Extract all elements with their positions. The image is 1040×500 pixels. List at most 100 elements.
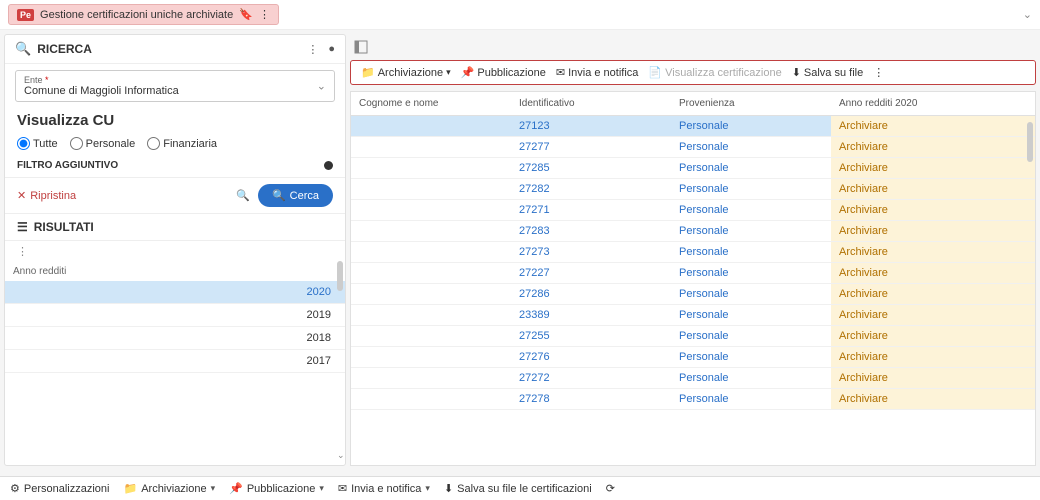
prov-link[interactable]: Personale	[679, 372, 729, 384]
chevron-down-icon[interactable]: ⌄	[1023, 8, 1032, 21]
prov-link[interactable]: Personale	[679, 288, 729, 300]
cell-cognome	[351, 242, 511, 262]
col-provenienza[interactable]: Provenienza	[671, 92, 831, 115]
col-identificativo[interactable]: Identificativo	[511, 92, 671, 115]
id-link[interactable]: 23389	[519, 309, 550, 321]
id-link[interactable]: 27276	[519, 351, 550, 363]
cell-id: 27273	[511, 242, 671, 262]
cerca-button[interactable]: 🔍 Cerca	[258, 184, 333, 207]
panel-toggle-icon[interactable]	[350, 34, 372, 60]
id-link[interactable]: 27227	[519, 267, 550, 279]
prov-link[interactable]: Personale	[679, 330, 729, 342]
toolbar-pubblicazione[interactable]: 📌 Pubblicazione	[461, 66, 546, 79]
id-link[interactable]: 27286	[519, 288, 550, 300]
toolbar-visualizza-cert: 📄 Visualizza certificazione	[648, 66, 781, 79]
id-link[interactable]: 27271	[519, 204, 550, 216]
table-row[interactable]: 27271PersonaleArchiviare	[351, 200, 1035, 221]
pin-icon: 📌	[461, 66, 475, 79]
id-link[interactable]: 27272	[519, 372, 550, 384]
prov-link[interactable]: Personale	[679, 267, 729, 279]
ricerca-close-icon[interactable]: ●	[328, 43, 335, 56]
prov-link[interactable]: Personale	[679, 141, 729, 153]
year-row[interactable]: 2020	[5, 281, 345, 304]
risultati-more-icon[interactable]: ⋮	[5, 241, 345, 262]
id-link[interactable]: 27255	[519, 330, 550, 342]
table-row[interactable]: 27272PersonaleArchiviare	[351, 368, 1035, 389]
zoom-icon[interactable]: 🔍	[236, 189, 250, 202]
cell-cognome	[351, 179, 511, 199]
table-row[interactable]: 27282PersonaleArchiviare	[351, 179, 1035, 200]
radio-finanziaria[interactable]: Finanziaria	[147, 137, 217, 150]
ripristina-button[interactable]: ✕ Ripristina	[17, 189, 76, 202]
table-row[interactable]: 27123PersonaleArchiviare	[351, 116, 1035, 137]
cell-prov: Personale	[671, 179, 831, 199]
footer-refresh[interactable]: ⟳	[606, 482, 615, 495]
prov-link[interactable]: Personale	[679, 183, 729, 195]
cell-id: 27272	[511, 368, 671, 388]
table-row[interactable]: 27276PersonaleArchiviare	[351, 347, 1035, 368]
cell-prov: Personale	[671, 368, 831, 388]
cell-id: 27282	[511, 179, 671, 199]
toolbar-more-icon[interactable]: ⋮	[873, 66, 884, 79]
col-cognome[interactable]: Cognome e nome	[351, 92, 511, 115]
table-row[interactable]: 27227PersonaleArchiviare	[351, 263, 1035, 284]
filtro-aggiuntivo[interactable]: FILTRO AGGIUNTIVO	[5, 154, 345, 177]
table-row[interactable]: 23389PersonaleArchiviare	[351, 305, 1035, 326]
scrollbar[interactable]	[1027, 122, 1033, 162]
ente-select[interactable]: Ente * Comune di Maggioli Informatica ⌄	[15, 70, 335, 102]
prov-link[interactable]: Personale	[679, 309, 729, 321]
prov-link[interactable]: Personale	[679, 351, 729, 363]
bottom-bar: ⚙ Personalizzazioni 📁 Archiviazione ▾ 📌 …	[0, 476, 1040, 500]
id-link[interactable]: 27277	[519, 141, 550, 153]
cell-id: 27285	[511, 158, 671, 178]
bookmark-icon[interactable]: 🔖	[239, 8, 253, 21]
prov-link[interactable]: Personale	[679, 120, 729, 132]
id-link[interactable]: 27282	[519, 183, 550, 195]
footer-personalizzazioni[interactable]: ⚙ Personalizzazioni	[10, 482, 109, 495]
cell-anno: Archiviare	[831, 284, 1035, 304]
prov-link[interactable]: Personale	[679, 393, 729, 405]
table-row[interactable]: 27278PersonaleArchiviare	[351, 389, 1035, 410]
col-anno[interactable]: Anno redditi 2020	[831, 92, 1035, 115]
id-link[interactable]: 27278	[519, 393, 550, 405]
filtro-indicator-icon	[324, 161, 333, 170]
ricerca-more-icon[interactable]: ⋮	[307, 43, 318, 56]
prov-link[interactable]: Personale	[679, 246, 729, 258]
scrollbar[interactable]	[337, 261, 343, 291]
table-row[interactable]: 27283PersonaleArchiviare	[351, 221, 1035, 242]
breadcrumb[interactable]: Pe Gestione certificazioni uniche archiv…	[8, 4, 279, 25]
year-row[interactable]: 2018	[5, 327, 345, 350]
id-link[interactable]: 27273	[519, 246, 550, 258]
scroll-down-icon[interactable]: ⌄	[337, 450, 343, 461]
id-link[interactable]: 27283	[519, 225, 550, 237]
table-row[interactable]: 27286 Personale Archiviare	[351, 284, 1035, 305]
prov-link[interactable]: Personale	[679, 204, 729, 216]
radio-personale[interactable]: Personale	[70, 137, 136, 150]
year-row[interactable]: 2017	[5, 350, 345, 373]
cell-id: 27255	[511, 326, 671, 346]
toolbar-salva[interactable]: ⬇ Salva su file	[792, 66, 864, 79]
footer-archiviazione[interactable]: 📁 Archiviazione ▾	[123, 482, 215, 495]
toolbar-invia[interactable]: ✉ Invia e notifica	[556, 66, 639, 79]
cell-cognome	[351, 368, 511, 388]
more-icon[interactable]: ⋮	[259, 8, 270, 21]
year-row[interactable]: 2019	[5, 304, 345, 327]
cell-cognome	[351, 305, 511, 325]
footer-salva[interactable]: ⬇ Salva su file le certificazioni	[444, 482, 592, 495]
mail-icon: ✉	[338, 482, 347, 495]
table-row[interactable]: 27277PersonaleArchiviare	[351, 137, 1035, 158]
prov-link[interactable]: Personale	[679, 225, 729, 237]
radio-tutte[interactable]: Tutte	[17, 137, 58, 150]
prov-link[interactable]: Personale	[679, 162, 729, 174]
table-row[interactable]: 27273PersonaleArchiviare	[351, 242, 1035, 263]
cell-prov: Personale	[671, 158, 831, 178]
id-link[interactable]: 27285	[519, 162, 550, 174]
footer-invia[interactable]: ✉ Invia e notifica ▾	[338, 482, 430, 495]
table-row[interactable]: 27255PersonaleArchiviare	[351, 326, 1035, 347]
footer-pubblicazione[interactable]: 📌 Pubblicazione ▾	[229, 482, 324, 495]
cell-cognome	[351, 116, 511, 136]
toolbar-archiviazione[interactable]: 📁 Archiviazione ▾	[361, 66, 451, 79]
table-row[interactable]: 27285PersonaleArchiviare	[351, 158, 1035, 179]
id-link[interactable]: 27123	[519, 120, 550, 132]
chevron-down-icon: ▾	[211, 483, 216, 494]
